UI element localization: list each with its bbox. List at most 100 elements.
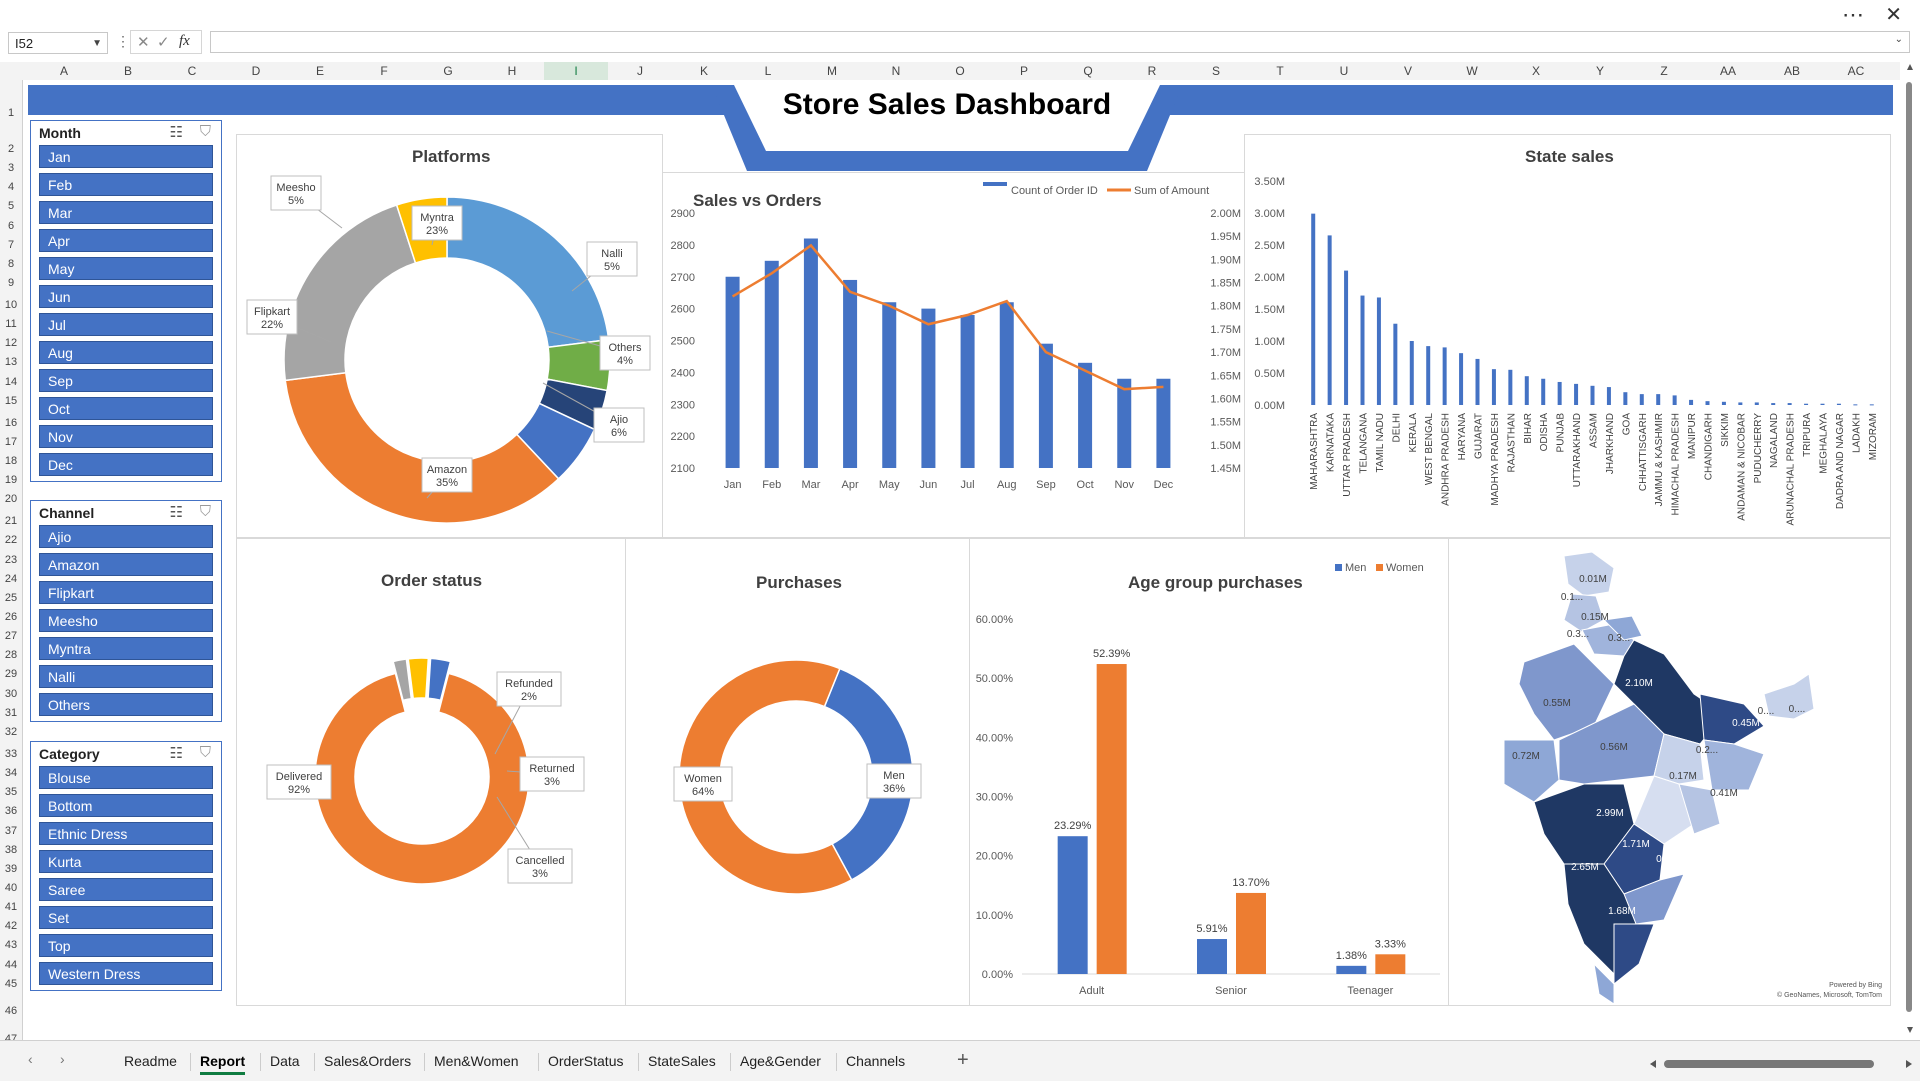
bar-state[interactable]: [1491, 369, 1496, 405]
row-header[interactable]: 34: [0, 767, 22, 779]
slicer-item-jul[interactable]: Jul: [39, 313, 213, 336]
column-header-y[interactable]: Y: [1568, 62, 1632, 80]
row-header[interactable]: 41: [0, 901, 22, 913]
row-header[interactable]: 21: [0, 515, 22, 527]
row-header[interactable]: 9: [0, 277, 22, 289]
slicer-item-kurta[interactable]: Kurta: [39, 850, 213, 873]
column-header-ab[interactable]: AB: [1760, 62, 1824, 80]
bar-order-count[interactable]: [1156, 378, 1171, 468]
row-header[interactable]: 27: [0, 630, 22, 642]
bar-order-count[interactable]: [1038, 343, 1053, 468]
state-sales-chart[interactable]: State sales 0.00M 0.50M 1.00M 1.50M 2.00M 2.5…: [1244, 134, 1891, 538]
row-header[interactable]: 4: [0, 181, 22, 193]
column-header-g[interactable]: G: [416, 62, 480, 80]
bar-state[interactable]: [1689, 399, 1694, 405]
bar-order-count[interactable]: [1117, 378, 1132, 468]
sheet-tab-report[interactable]: Report: [200, 1053, 246, 1075]
row-header[interactable]: 25: [0, 592, 22, 604]
slice-myntra[interactable]: [446, 196, 610, 349]
slicer-item-others[interactable]: Others: [39, 693, 213, 716]
chevron-down-icon[interactable]: ⌄: [1895, 34, 1903, 45]
bar-men[interactable]: [1057, 836, 1088, 974]
bar-state[interactable]: [1442, 347, 1447, 405]
row-header[interactable]: 39: [0, 863, 22, 875]
slicer-item-may[interactable]: May: [39, 257, 213, 280]
bar-state[interactable]: [1360, 295, 1365, 405]
row-header[interactable]: 22: [0, 534, 22, 546]
bar-state[interactable]: [1426, 346, 1431, 405]
bar-women[interactable]: [1096, 664, 1127, 974]
bar-state[interactable]: [1475, 358, 1480, 405]
slicer-item-ethnic-dress[interactable]: Ethnic Dress: [39, 822, 213, 845]
slicer-item-blouse[interactable]: Blouse: [39, 766, 213, 789]
column-header-x[interactable]: X: [1504, 62, 1568, 80]
bar-order-count[interactable]: [803, 238, 818, 469]
slice-amazon[interactable]: [284, 371, 560, 524]
bar-state[interactable]: [1771, 403, 1776, 405]
row-header[interactable]: 35: [0, 786, 22, 798]
column-header-n[interactable]: N: [864, 62, 928, 80]
bar-state[interactable]: [1721, 401, 1726, 405]
sheet-tab-men-women[interactable]: Men&Women: [434, 1053, 519, 1069]
slicer-item-aug[interactable]: Aug: [39, 341, 213, 364]
slicer-item-jan[interactable]: Jan: [39, 145, 213, 168]
row-header[interactable]: 42: [0, 920, 22, 932]
row-header[interactable]: 15: [0, 395, 22, 407]
column-header-aa[interactable]: AA: [1696, 62, 1760, 80]
bar-state[interactable]: [1541, 378, 1546, 405]
bar-state[interactable]: [1327, 235, 1332, 405]
bar-state[interactable]: [1656, 394, 1661, 405]
bar-state[interactable]: [1574, 383, 1579, 405]
row-header[interactable]: 18: [0, 455, 22, 467]
tab-prev-button[interactable]: ‹: [28, 1051, 33, 1067]
row-header[interactable]: 19: [0, 474, 22, 486]
add-sheet-button[interactable]: +: [957, 1049, 969, 1072]
column-header-o[interactable]: O: [928, 62, 992, 80]
row-header[interactable]: 17: [0, 436, 22, 448]
column-header-ac[interactable]: AC: [1824, 62, 1888, 80]
slicer-item-amazon[interactable]: Amazon: [39, 553, 213, 576]
name-box[interactable]: I52 ▼: [8, 32, 108, 54]
slicer-item-bottom[interactable]: Bottom: [39, 794, 213, 817]
slicer-item-sep[interactable]: Sep: [39, 369, 213, 392]
bar-state[interactable]: [1820, 403, 1825, 405]
column-header-m[interactable]: M: [800, 62, 864, 80]
slice-flipkart[interactable]: [283, 204, 417, 382]
bar-order-count[interactable]: [999, 302, 1014, 468]
row-header[interactable]: 2: [0, 143, 22, 155]
row-header[interactable]: 44: [0, 959, 22, 971]
multi-select-icon[interactable]: ☷: [170, 503, 183, 521]
column-header-e[interactable]: E: [288, 62, 352, 80]
slicer-item-ajio[interactable]: Ajio: [39, 525, 213, 548]
slicer-item-saree[interactable]: Saree: [39, 878, 213, 901]
slicer-item-apr[interactable]: Apr: [39, 229, 213, 252]
bar-state[interactable]: [1869, 404, 1874, 406]
slicer-item-nalli[interactable]: Nalli: [39, 665, 213, 688]
bar-order-count[interactable]: [843, 279, 858, 468]
bar-state[interactable]: [1459, 353, 1464, 405]
enter-icon[interactable]: ✓: [157, 33, 170, 51]
age-group-chart[interactable]: Age group purchases Men Women 0.00% 10.00% 2…: [969, 538, 1449, 1006]
purchases-chart[interactable]: Purchases Men 36% Women 64%: [625, 538, 970, 1006]
clear-filter-icon[interactable]: ⛉: [200, 503, 211, 520]
row-header[interactable]: 16: [0, 417, 22, 429]
row-header[interactable]: 7: [0, 239, 22, 251]
bar-order-count[interactable]: [764, 260, 779, 468]
clear-filter-icon[interactable]: ⛉: [200, 123, 211, 140]
bar-order-count[interactable]: [921, 308, 936, 468]
column-header-p[interactable]: P: [992, 62, 1056, 80]
tab-next-button[interactable]: ›: [60, 1051, 65, 1067]
row-header[interactable]: 13: [0, 356, 22, 368]
row-header[interactable]: 40: [0, 882, 22, 894]
chevron-down-icon[interactable]: ▼: [92, 33, 102, 55]
row-header[interactable]: 31: [0, 707, 22, 719]
row-header[interactable]: 10: [0, 299, 22, 311]
sheet-tab-age-gender[interactable]: Age&Gender: [740, 1053, 821, 1069]
slicer-item-flipkart[interactable]: Flipkart: [39, 581, 213, 604]
bar-state[interactable]: [1804, 403, 1809, 405]
bar-state[interactable]: [1623, 392, 1628, 405]
row-header[interactable]: 43: [0, 939, 22, 951]
cancel-icon[interactable]: ✕: [137, 33, 150, 51]
sheet-tab-orderstatus[interactable]: OrderStatus: [548, 1053, 623, 1069]
row-header[interactable]: 20: [0, 493, 22, 505]
